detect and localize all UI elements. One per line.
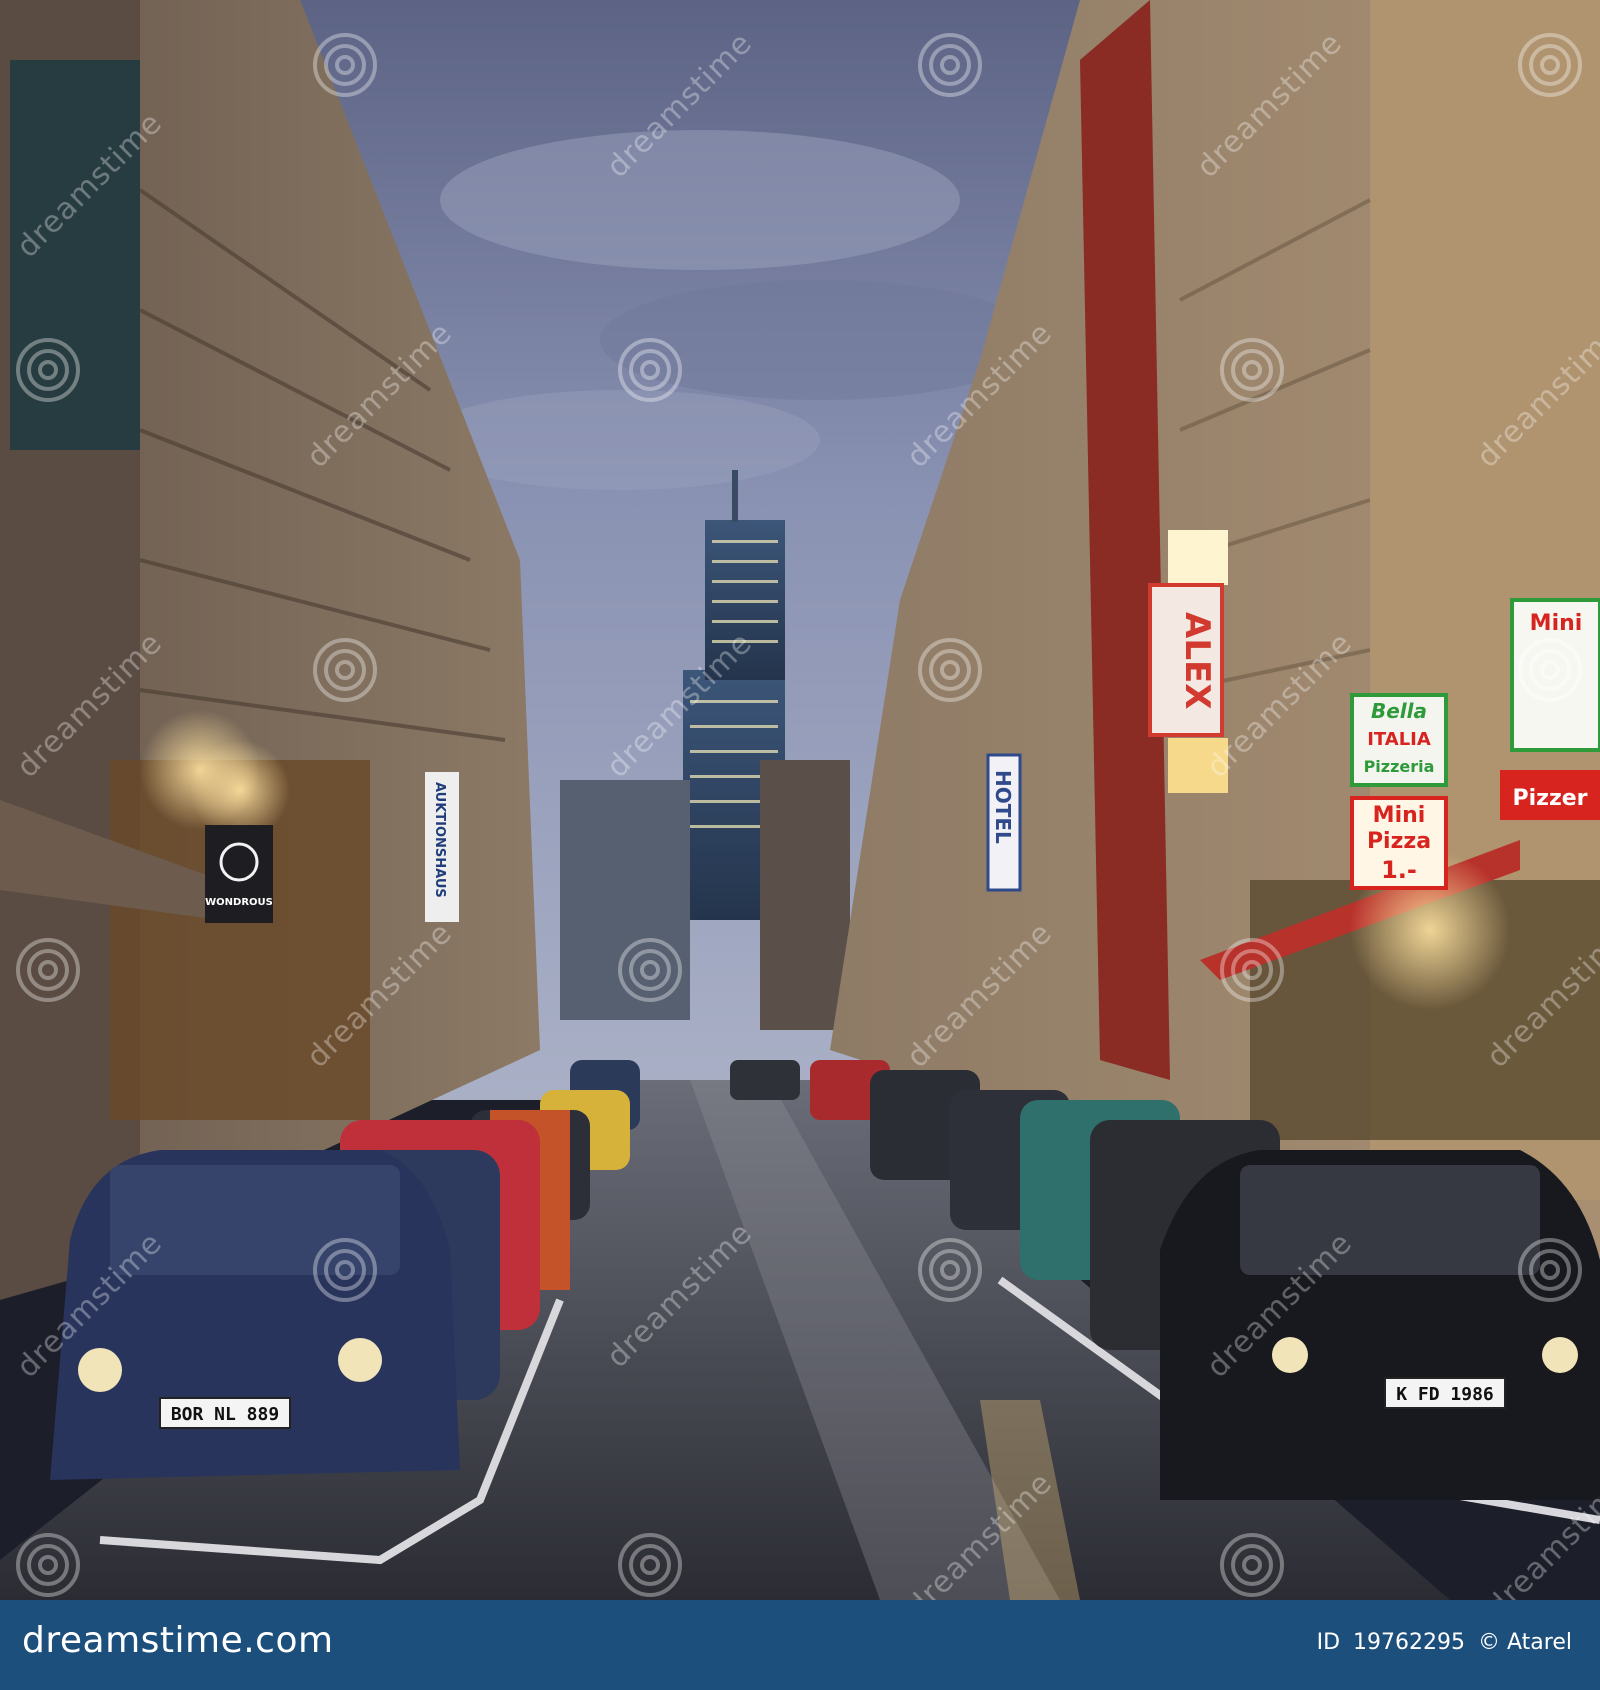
- street-photo: ALEX HOTEL Bella ITALIA Pizzeria Mini Pi…: [0, 0, 1600, 1600]
- wondrous-sign-text: WONDROUS: [205, 897, 273, 908]
- headlight: [338, 1338, 382, 1382]
- pizzeria-sign-text: Pizzeria: [1364, 757, 1435, 776]
- headlight: [1272, 1337, 1308, 1373]
- license-plate-right-text: K FD 1986: [1396, 1384, 1494, 1405]
- headlight: [78, 1348, 122, 1392]
- license-plate-left-text: BOR NL 889: [171, 1404, 279, 1425]
- tower-antenna: [732, 470, 738, 522]
- far-building-right: [760, 760, 850, 1030]
- credit: © Atarel: [1478, 1630, 1572, 1655]
- windshield: [1240, 1165, 1540, 1275]
- street-scene-illustration: ALEX HOTEL Bella ITALIA Pizzeria Mini Pi…: [0, 0, 1600, 1600]
- car: [730, 1060, 800, 1100]
- mini-pizza-line3: 1.-: [1381, 856, 1417, 884]
- id-label: ID: [1316, 1630, 1341, 1655]
- alex-lamp: [1168, 530, 1228, 585]
- wondrous-sign-board: [205, 825, 273, 923]
- dreamstime-logo[interactable]: dreamstime.com: [22, 1620, 334, 1661]
- headlight: [1542, 1337, 1578, 1373]
- mini-right-sign-text: Mini: [1530, 611, 1583, 636]
- mini-pizza-line2: Pizza: [1367, 829, 1431, 854]
- alex-sign-text: ALEX: [1177, 612, 1217, 709]
- bella-sign-text: Bella: [1371, 699, 1427, 723]
- pizzer-right-sign-text: Pizzer: [1512, 786, 1587, 811]
- stock-photo-footer: dreamstime.com ID 19762295 © Atarel: [0, 1600, 1600, 1690]
- hotel-sign-text: HOTEL: [991, 770, 1015, 844]
- id-value: 19762295: [1353, 1630, 1466, 1655]
- cloud: [440, 130, 960, 270]
- italia-sign-text: ITALIA: [1367, 729, 1431, 750]
- image-id-credit: ID 19762295 © Atarel: [1311, 1630, 1572, 1655]
- mini-pizza-line1: Mini: [1373, 803, 1426, 828]
- auktionshaus-sign-text: AUKTIONSHAUS: [432, 782, 447, 898]
